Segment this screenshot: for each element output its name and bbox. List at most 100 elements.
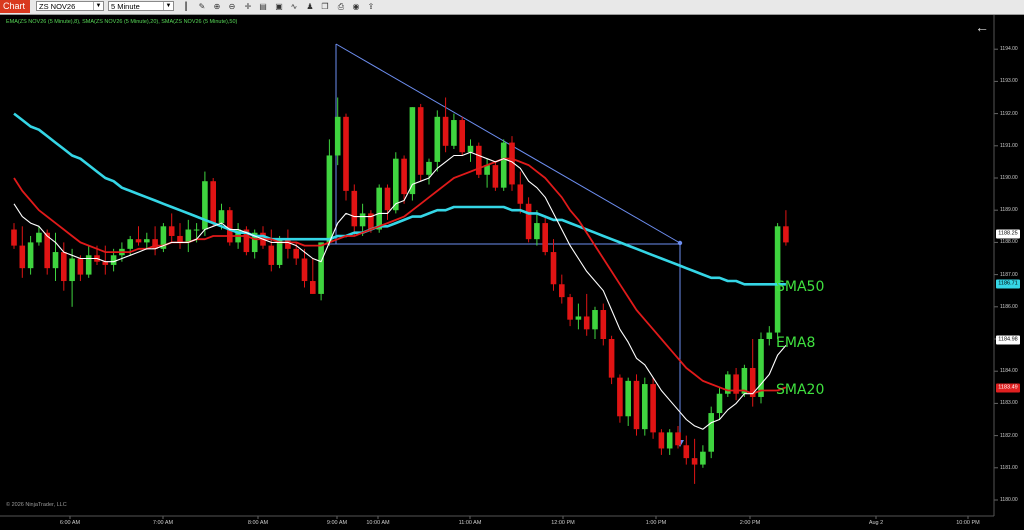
y-tick-label: 1186.00 — [1000, 303, 1018, 310]
y-tick-label: 1182.00 — [1000, 432, 1018, 439]
candle-body — [326, 155, 333, 243]
x-tick-label: 2:00 PM — [739, 520, 761, 526]
candle-body — [625, 380, 631, 417]
y-tick-label: 1181.00 — [1000, 464, 1018, 471]
candle-body — [177, 235, 183, 243]
candle-body — [318, 242, 324, 294]
candle-body — [27, 242, 34, 269]
candle-body — [617, 377, 623, 417]
candle-body — [218, 210, 225, 224]
x-tick-label: 7:00 AM — [152, 520, 174, 526]
ema8-annotation: EMA8 — [776, 335, 816, 351]
candle-body — [110, 255, 117, 265]
candle-body — [650, 384, 656, 433]
candle-body — [758, 339, 764, 397]
candle-body — [409, 107, 416, 195]
candle-body — [716, 393, 723, 414]
candle-body — [467, 145, 474, 153]
candle-body — [193, 229, 200, 231]
candle-body — [575, 316, 582, 320]
candle-body — [227, 210, 233, 243]
candle-body — [476, 145, 482, 175]
candle-body — [168, 226, 175, 236]
candles — [11, 97, 789, 484]
y-tick-label: 1180.00 — [1000, 497, 1018, 503]
sma50-line — [13, 112, 786, 286]
candle-body — [492, 165, 499, 188]
price-flag: 1183.49 — [996, 383, 1020, 393]
y-tick-label: 1187.00 — [1000, 271, 1018, 278]
sma50-annotation: SMA50 — [776, 279, 825, 295]
x-tick-label: 6:00 AM — [59, 520, 81, 526]
y-tick-label: 1190.00 — [1000, 175, 1018, 181]
candle-body — [334, 116, 341, 156]
candle-body — [202, 181, 208, 230]
candle-body — [285, 239, 291, 249]
candle-body — [642, 384, 648, 430]
x-tick-label: 10:00 PM — [956, 520, 980, 526]
candle-body — [343, 116, 349, 191]
candle-body — [608, 339, 615, 378]
candle-body — [301, 258, 308, 282]
candle-body — [152, 239, 158, 249]
drawing-anchor — [677, 240, 683, 246]
y-tick-label: 1188.00 — [1000, 239, 1018, 246]
candle-body — [11, 229, 17, 246]
candle-body — [500, 142, 507, 188]
y-tick-label: 1191.00 — [1000, 142, 1018, 149]
candle-body — [36, 232, 42, 243]
candle-body — [691, 458, 698, 465]
candle-body — [293, 248, 299, 259]
ema8-line — [13, 151, 787, 430]
grid — [69, 48, 998, 519]
y-tick-label: 1183.00 — [1000, 400, 1018, 407]
candle-body — [559, 284, 565, 298]
candle-body — [376, 187, 382, 230]
candle-body — [700, 451, 706, 465]
candle-body — [675, 432, 681, 446]
y-tick-label: 1194.00 — [1000, 46, 1018, 53]
candle-body — [592, 310, 598, 330]
candle-body — [426, 161, 432, 175]
candle-body — [77, 258, 84, 275]
y-tick-label: 1184.00 — [1000, 368, 1018, 375]
x-tick-label: 10:00 AM — [366, 520, 390, 526]
candle-body — [268, 245, 275, 265]
candle-body — [534, 223, 540, 240]
candle-body — [210, 181, 216, 224]
candle-body — [135, 239, 142, 243]
candle-body — [633, 380, 640, 430]
x-tick-label: 11:00 AM — [458, 520, 482, 526]
candle-body — [783, 226, 789, 243]
candle-body — [451, 120, 457, 146]
candle-body — [401, 158, 407, 195]
candle-body — [351, 190, 358, 227]
candle-body — [417, 107, 424, 175]
candle-body — [19, 245, 26, 269]
candle-body — [583, 316, 590, 330]
candle-body — [766, 332, 773, 339]
candle-body — [525, 203, 532, 240]
candle-body — [434, 116, 441, 162]
candle-body — [185, 229, 192, 243]
candle-body — [550, 252, 557, 285]
candle-body — [442, 116, 449, 146]
candle-body — [144, 239, 150, 243]
x-tick-label: Aug 2 — [868, 520, 884, 526]
candle-body — [542, 223, 548, 253]
y-tick-label: 1192.00 — [1000, 110, 1018, 117]
candle-body — [52, 252, 59, 269]
candle-body — [658, 432, 665, 449]
candle-body — [600, 310, 607, 339]
sma20-annotation: SMA20 — [776, 382, 825, 398]
copyright-text: © 2026 NinjaTrader, LLC — [6, 502, 67, 508]
candle-body — [359, 213, 366, 227]
candle-body — [567, 297, 573, 320]
candle-body — [310, 281, 316, 294]
x-tick-label: 9:00 AM — [326, 520, 348, 526]
candle-body — [127, 239, 133, 249]
y-tick-label: 1189.00 — [1000, 207, 1018, 214]
candle-body — [459, 120, 465, 153]
x-tick-label: 8:00 AM — [247, 520, 269, 526]
price-chart[interactable] — [0, 0, 1024, 530]
